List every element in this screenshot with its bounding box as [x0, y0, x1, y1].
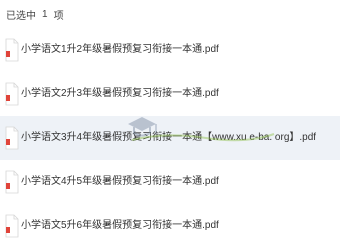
pdf-file-icon: [5, 212, 19, 240]
file-name: 小学语文3升4年级暑假预复习衔接一本通【www.xu e-ba. org】.pd…: [21, 132, 317, 143]
file-row[interactable]: 小学语文4升5年级暑假预复习衔接一本通.pdf: [0, 160, 340, 204]
file-row-selected[interactable]: 小学语文3升4年级暑假预复习衔接一本通【www.xu e-ba. org】.pd…: [0, 116, 340, 160]
file-row[interactable]: 小学语文1升2年级暑假预复习衔接一本通.pdf: [0, 28, 340, 72]
pdf-file-icon: [5, 36, 19, 64]
pdf-file-icon: [5, 124, 19, 152]
selected-label: 已选中: [6, 10, 36, 22]
selected-count: 1: [42, 8, 48, 20]
file-name: 小学语文4升5年级暑假预复习衔接一本通.pdf: [21, 176, 219, 187]
file-row[interactable]: 小学语文5升6年级暑假预复习衔接一本通.pdf: [0, 204, 340, 248]
pdf-file-icon: [5, 168, 19, 196]
file-row[interactable]: 小学语文2升3年级暑假预复习衔接一本通.pdf: [0, 72, 340, 116]
selection-status: 已选中 1 项: [6, 6, 64, 22]
selected-unit: 项: [53, 10, 64, 22]
file-selection-panel: 已选中 1 项 小学语文1升2年级暑假预复习衔接一本通.pdf 小学语文2升3年…: [0, 0, 340, 252]
file-name: 小学语文2升3年级暑假预复习衔接一本通.pdf: [21, 88, 219, 99]
pdf-file-icon: [5, 80, 19, 108]
file-list: 小学语文1升2年级暑假预复习衔接一本通.pdf 小学语文2升3年级暑假预复习衔接…: [0, 28, 340, 248]
file-name: 小学语文1升2年级暑假预复习衔接一本通.pdf: [21, 44, 219, 55]
file-name: 小学语文5升6年级暑假预复习衔接一本通.pdf: [21, 220, 219, 231]
